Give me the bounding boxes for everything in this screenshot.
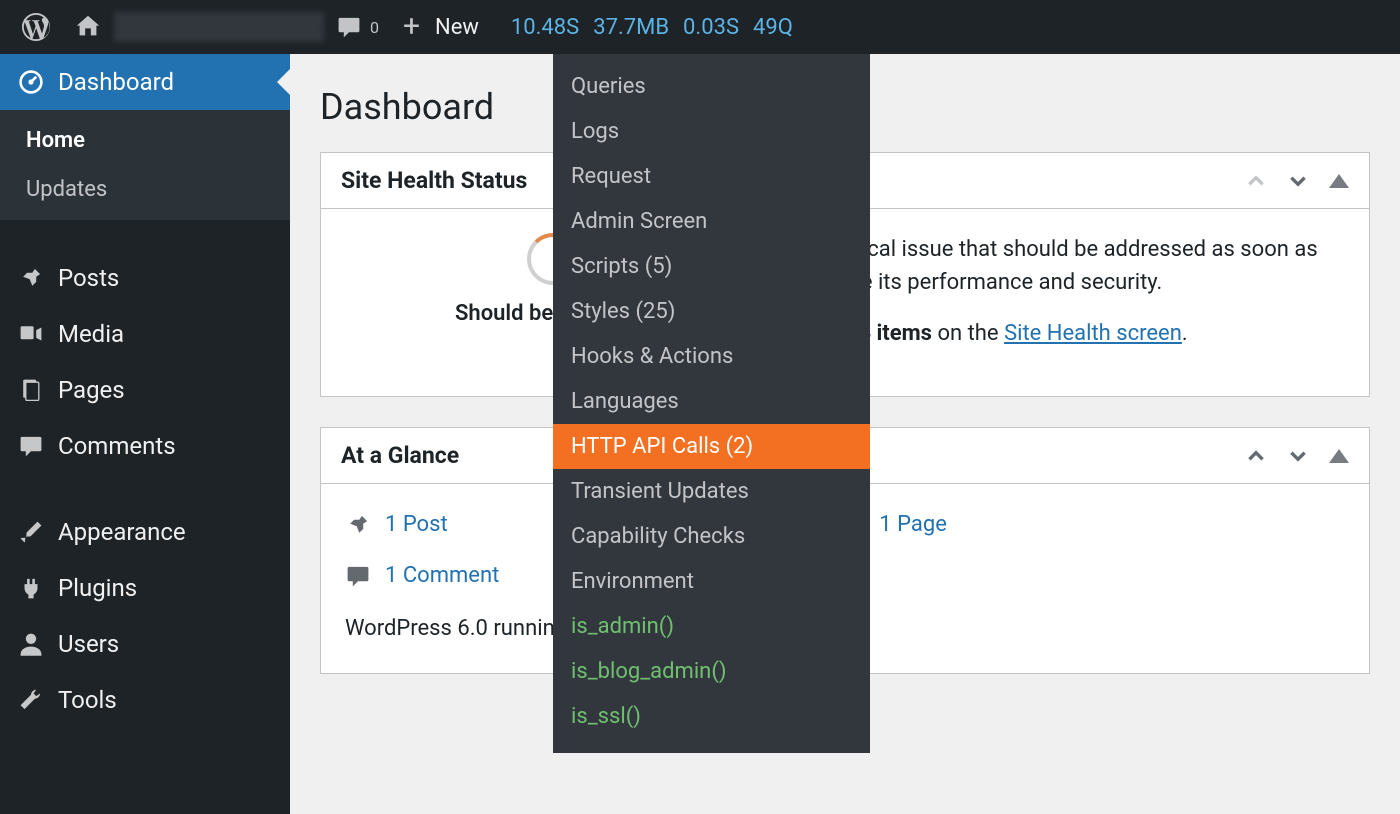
qm-menu-item[interactable]: Languages	[553, 379, 870, 424]
sidebar-label: Appearance	[58, 518, 186, 546]
sidebar-item-comments[interactable]: Comments	[0, 418, 290, 474]
wrench-icon	[18, 687, 44, 713]
qm-menu-item[interactable]: Environment	[553, 559, 870, 604]
sidebar-item-plugins[interactable]: Plugins	[0, 560, 290, 616]
sidebar-item-posts[interactable]: Posts	[0, 250, 290, 306]
site-name-redacted	[114, 12, 324, 42]
new-label: New	[435, 15, 479, 40]
panel-title: At a Glance	[341, 442, 459, 469]
glance-posts-link[interactable]: 1 Post	[345, 508, 499, 541]
qm-menu-item[interactable]: is_blog_admin()	[553, 649, 870, 694]
sidebar-label: Posts	[58, 264, 119, 292]
plug-icon	[18, 575, 44, 601]
query-monitor-dropdown: QueriesLogsRequestAdmin ScreenScripts (5…	[553, 54, 870, 753]
wp-logo-menu[interactable]	[10, 0, 62, 54]
qm-memory[interactable]: 37.7MB	[593, 15, 669, 40]
sidebar-label: Tools	[58, 686, 117, 714]
sidebar-item-pages[interactable]: Pages	[0, 362, 290, 418]
collapse-toggle-icon[interactable]	[1329, 449, 1349, 463]
qm-menu-item[interactable]: is_admin()	[553, 604, 870, 649]
wordpress-logo-icon	[22, 13, 50, 41]
sidebar-item-tools[interactable]: Tools	[0, 672, 290, 728]
new-content-menu[interactable]: + New	[391, 0, 491, 54]
home-icon	[74, 13, 102, 41]
comment-icon	[336, 14, 362, 40]
sidebar-label: Plugins	[58, 574, 137, 602]
comments-bubble[interactable]: 0	[324, 0, 391, 54]
sidebar-label: Dashboard	[58, 68, 174, 96]
sidebar-item-users[interactable]: Users	[0, 616, 290, 672]
media-icon	[18, 321, 44, 347]
sidebar-label: Comments	[58, 432, 176, 460]
qm-menu-item[interactable]: Transient Updates	[553, 469, 870, 514]
qm-menu-item[interactable]: Queries	[553, 64, 870, 109]
chevron-down-icon[interactable]	[1287, 445, 1309, 467]
qm-menu-item[interactable]: Admin Screen	[553, 199, 870, 244]
pushpin-icon	[345, 512, 371, 538]
glance-comments-link[interactable]: 1 Comment	[345, 559, 499, 592]
pushpin-icon	[18, 265, 44, 291]
dashboard-icon	[18, 69, 44, 95]
submenu-updates[interactable]: Updates	[0, 165, 290, 214]
qm-menu-item[interactable]: Hooks & Actions	[553, 334, 870, 379]
collapse-toggle-icon[interactable]	[1329, 174, 1349, 188]
chevron-down-icon[interactable]	[1287, 170, 1309, 192]
qm-menu-item[interactable]: Capability Checks	[553, 514, 870, 559]
comment-count: 0	[370, 18, 379, 37]
qm-queries[interactable]: 49Q	[753, 15, 793, 40]
admin-sidebar: Dashboard Home Updates Posts Media Pages…	[0, 54, 290, 814]
site-home-link[interactable]	[62, 0, 114, 54]
user-icon	[18, 631, 44, 657]
sidebar-label: Pages	[58, 376, 125, 404]
admin-toolbar: 0 + New 10.48S 37.7MB 0.03S 49Q	[0, 0, 1400, 54]
qm-time[interactable]: 10.48S	[511, 15, 579, 40]
qm-db-time[interactable]: 0.03S	[683, 15, 739, 40]
plus-icon: +	[403, 15, 427, 39]
sidebar-item-appearance[interactable]: Appearance	[0, 504, 290, 560]
brush-icon	[18, 519, 44, 545]
panel-title: Site Health Status	[341, 167, 527, 194]
qm-menu-item[interactable]: Logs	[553, 109, 870, 154]
chevron-up-icon[interactable]	[1245, 445, 1267, 467]
chevron-up-icon[interactable]	[1245, 170, 1267, 192]
dashboard-submenu: Home Updates	[0, 110, 290, 220]
site-health-link[interactable]: Site Health screen	[1004, 321, 1182, 346]
sidebar-item-media[interactable]: Media	[0, 306, 290, 362]
comment-icon	[18, 433, 44, 459]
qm-menu-item[interactable]: Scripts (5)	[553, 244, 870, 289]
sidebar-item-dashboard[interactable]: Dashboard	[0, 54, 290, 110]
sidebar-label: Media	[58, 320, 124, 348]
qm-menu-item[interactable]: Styles (25)	[553, 289, 870, 334]
qm-menu-item[interactable]: is_ssl()	[553, 694, 870, 739]
pages-icon	[18, 377, 44, 403]
sidebar-label: Users	[58, 630, 119, 658]
qm-menu-item[interactable]: Request	[553, 154, 870, 199]
submenu-home[interactable]: Home	[0, 116, 290, 165]
query-monitor-stats[interactable]: 10.48S 37.7MB 0.03S 49Q	[491, 15, 793, 40]
qm-menu-item[interactable]: HTTP API Calls (2)	[553, 424, 870, 469]
comment-icon	[345, 563, 371, 589]
